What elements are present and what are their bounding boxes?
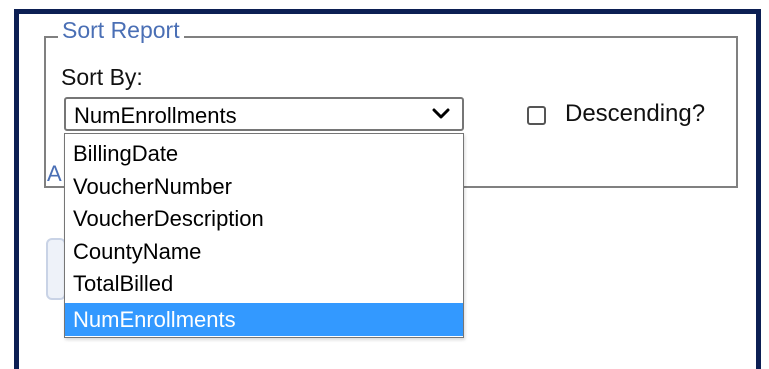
sort-by-options-list[interactable]: BillingDate VoucherNumber VoucherDescrip… bbox=[64, 133, 464, 338]
sort-by-label: Sort By: bbox=[61, 64, 143, 90]
option-totalbilled[interactable]: TotalBilled bbox=[65, 267, 463, 300]
option-countyname[interactable]: CountyName bbox=[65, 235, 463, 268]
option-vouchernumber[interactable]: VoucherNumber bbox=[65, 170, 463, 203]
descending-checkbox[interactable] bbox=[527, 106, 546, 125]
sort-by-select-value: NumEnrollments bbox=[74, 103, 237, 128]
option-billingdate[interactable]: BillingDate bbox=[65, 137, 463, 170]
option-voucherdescription[interactable]: VoucherDescription bbox=[65, 202, 463, 235]
chevron-down-icon bbox=[432, 108, 450, 119]
option-numenrollments[interactable]: NumEnrollments bbox=[65, 303, 463, 336]
descending-label[interactable]: Descending? bbox=[565, 100, 705, 128]
partially-hidden-link[interactable]: A bbox=[47, 162, 62, 186]
sort-by-select[interactable]: NumEnrollments bbox=[64, 97, 464, 131]
partially-hidden-button[interactable] bbox=[46, 238, 66, 300]
sort-report-legend: Sort Report bbox=[58, 17, 184, 43]
